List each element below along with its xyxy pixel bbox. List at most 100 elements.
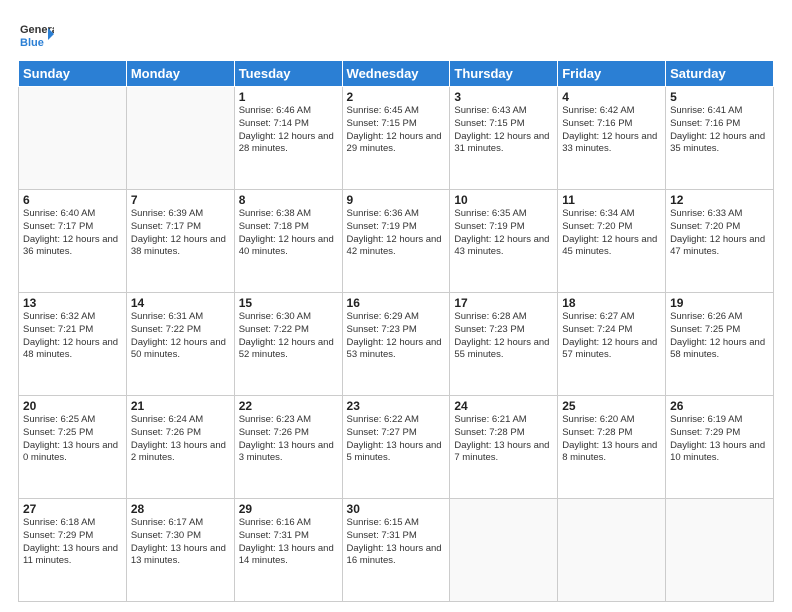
calendar-day-27: 27Sunrise: 6:18 AM Sunset: 7:29 PM Dayli… [19, 499, 127, 602]
calendar-week-3: 13Sunrise: 6:32 AM Sunset: 7:21 PM Dayli… [19, 293, 774, 396]
day-number: 20 [23, 399, 122, 413]
day-info: Sunrise: 6:23 AM Sunset: 7:26 PM Dayligh… [239, 414, 338, 465]
calendar-day-14: 14Sunrise: 6:31 AM Sunset: 7:22 PM Dayli… [126, 293, 234, 396]
page-header: General Blue [18, 18, 774, 54]
day-info: Sunrise: 6:39 AM Sunset: 7:17 PM Dayligh… [131, 208, 230, 259]
day-number: 4 [562, 90, 661, 104]
day-number: 26 [670, 399, 769, 413]
calendar-day-15: 15Sunrise: 6:30 AM Sunset: 7:22 PM Dayli… [234, 293, 342, 396]
logo: General Blue [18, 18, 54, 54]
calendar-empty [666, 499, 774, 602]
calendar-day-28: 28Sunrise: 6:17 AM Sunset: 7:30 PM Dayli… [126, 499, 234, 602]
day-number: 28 [131, 502, 230, 516]
day-number: 7 [131, 193, 230, 207]
calendar-week-4: 20Sunrise: 6:25 AM Sunset: 7:25 PM Dayli… [19, 396, 774, 499]
calendar-day-1: 1Sunrise: 6:46 AM Sunset: 7:14 PM Daylig… [234, 87, 342, 190]
day-number: 9 [347, 193, 446, 207]
day-info: Sunrise: 6:36 AM Sunset: 7:19 PM Dayligh… [347, 208, 446, 259]
calendar-table: SundayMondayTuesdayWednesdayThursdayFrid… [18, 60, 774, 602]
calendar-day-17: 17Sunrise: 6:28 AM Sunset: 7:23 PM Dayli… [450, 293, 558, 396]
day-info: Sunrise: 6:45 AM Sunset: 7:15 PM Dayligh… [347, 105, 446, 156]
day-info: Sunrise: 6:16 AM Sunset: 7:31 PM Dayligh… [239, 517, 338, 568]
calendar-day-5: 5Sunrise: 6:41 AM Sunset: 7:16 PM Daylig… [666, 87, 774, 190]
calendar-day-21: 21Sunrise: 6:24 AM Sunset: 7:26 PM Dayli… [126, 396, 234, 499]
day-number: 11 [562, 193, 661, 207]
calendar-day-18: 18Sunrise: 6:27 AM Sunset: 7:24 PM Dayli… [558, 293, 666, 396]
calendar-day-23: 23Sunrise: 6:22 AM Sunset: 7:27 PM Dayli… [342, 396, 450, 499]
header-tuesday: Tuesday [234, 61, 342, 87]
calendar-day-12: 12Sunrise: 6:33 AM Sunset: 7:20 PM Dayli… [666, 190, 774, 293]
calendar-day-4: 4Sunrise: 6:42 AM Sunset: 7:16 PM Daylig… [558, 87, 666, 190]
day-number: 19 [670, 296, 769, 310]
day-info: Sunrise: 6:26 AM Sunset: 7:25 PM Dayligh… [670, 311, 769, 362]
calendar-day-16: 16Sunrise: 6:29 AM Sunset: 7:23 PM Dayli… [342, 293, 450, 396]
day-info: Sunrise: 6:24 AM Sunset: 7:26 PM Dayligh… [131, 414, 230, 465]
calendar-day-25: 25Sunrise: 6:20 AM Sunset: 7:28 PM Dayli… [558, 396, 666, 499]
day-info: Sunrise: 6:46 AM Sunset: 7:14 PM Dayligh… [239, 105, 338, 156]
day-number: 3 [454, 90, 553, 104]
day-info: Sunrise: 6:19 AM Sunset: 7:29 PM Dayligh… [670, 414, 769, 465]
day-info: Sunrise: 6:17 AM Sunset: 7:30 PM Dayligh… [131, 517, 230, 568]
day-number: 8 [239, 193, 338, 207]
day-number: 14 [131, 296, 230, 310]
day-number: 16 [347, 296, 446, 310]
calendar-header-row: SundayMondayTuesdayWednesdayThursdayFrid… [19, 61, 774, 87]
day-number: 13 [23, 296, 122, 310]
logo-icon: General Blue [18, 18, 54, 54]
calendar-week-1: 1Sunrise: 6:46 AM Sunset: 7:14 PM Daylig… [19, 87, 774, 190]
day-info: Sunrise: 6:38 AM Sunset: 7:18 PM Dayligh… [239, 208, 338, 259]
day-number: 1 [239, 90, 338, 104]
day-info: Sunrise: 6:33 AM Sunset: 7:20 PM Dayligh… [670, 208, 769, 259]
day-number: 17 [454, 296, 553, 310]
header-sunday: Sunday [19, 61, 127, 87]
day-info: Sunrise: 6:31 AM Sunset: 7:22 PM Dayligh… [131, 311, 230, 362]
day-info: Sunrise: 6:20 AM Sunset: 7:28 PM Dayligh… [562, 414, 661, 465]
day-info: Sunrise: 6:18 AM Sunset: 7:29 PM Dayligh… [23, 517, 122, 568]
day-number: 29 [239, 502, 338, 516]
calendar-day-30: 30Sunrise: 6:15 AM Sunset: 7:31 PM Dayli… [342, 499, 450, 602]
day-number: 5 [670, 90, 769, 104]
calendar-day-8: 8Sunrise: 6:38 AM Sunset: 7:18 PM Daylig… [234, 190, 342, 293]
day-info: Sunrise: 6:28 AM Sunset: 7:23 PM Dayligh… [454, 311, 553, 362]
day-info: Sunrise: 6:15 AM Sunset: 7:31 PM Dayligh… [347, 517, 446, 568]
header-friday: Friday [558, 61, 666, 87]
day-number: 6 [23, 193, 122, 207]
day-info: Sunrise: 6:29 AM Sunset: 7:23 PM Dayligh… [347, 311, 446, 362]
calendar-day-11: 11Sunrise: 6:34 AM Sunset: 7:20 PM Dayli… [558, 190, 666, 293]
day-info: Sunrise: 6:30 AM Sunset: 7:22 PM Dayligh… [239, 311, 338, 362]
day-number: 18 [562, 296, 661, 310]
calendar-day-7: 7Sunrise: 6:39 AM Sunset: 7:17 PM Daylig… [126, 190, 234, 293]
day-number: 21 [131, 399, 230, 413]
day-info: Sunrise: 6:34 AM Sunset: 7:20 PM Dayligh… [562, 208, 661, 259]
calendar-day-26: 26Sunrise: 6:19 AM Sunset: 7:29 PM Dayli… [666, 396, 774, 499]
calendar-day-20: 20Sunrise: 6:25 AM Sunset: 7:25 PM Dayli… [19, 396, 127, 499]
day-info: Sunrise: 6:22 AM Sunset: 7:27 PM Dayligh… [347, 414, 446, 465]
day-number: 12 [670, 193, 769, 207]
day-info: Sunrise: 6:21 AM Sunset: 7:28 PM Dayligh… [454, 414, 553, 465]
calendar-day-24: 24Sunrise: 6:21 AM Sunset: 7:28 PM Dayli… [450, 396, 558, 499]
calendar-empty [126, 87, 234, 190]
calendar-day-13: 13Sunrise: 6:32 AM Sunset: 7:21 PM Dayli… [19, 293, 127, 396]
calendar-day-10: 10Sunrise: 6:35 AM Sunset: 7:19 PM Dayli… [450, 190, 558, 293]
day-info: Sunrise: 6:27 AM Sunset: 7:24 PM Dayligh… [562, 311, 661, 362]
day-number: 30 [347, 502, 446, 516]
header-monday: Monday [126, 61, 234, 87]
calendar-week-2: 6Sunrise: 6:40 AM Sunset: 7:17 PM Daylig… [19, 190, 774, 293]
calendar-empty [19, 87, 127, 190]
calendar-empty [450, 499, 558, 602]
calendar-week-5: 27Sunrise: 6:18 AM Sunset: 7:29 PM Dayli… [19, 499, 774, 602]
day-number: 2 [347, 90, 446, 104]
calendar-day-6: 6Sunrise: 6:40 AM Sunset: 7:17 PM Daylig… [19, 190, 127, 293]
header-saturday: Saturday [666, 61, 774, 87]
day-number: 25 [562, 399, 661, 413]
day-number: 23 [347, 399, 446, 413]
day-info: Sunrise: 6:40 AM Sunset: 7:17 PM Dayligh… [23, 208, 122, 259]
day-number: 10 [454, 193, 553, 207]
day-number: 15 [239, 296, 338, 310]
day-info: Sunrise: 6:41 AM Sunset: 7:16 PM Dayligh… [670, 105, 769, 156]
day-info: Sunrise: 6:43 AM Sunset: 7:15 PM Dayligh… [454, 105, 553, 156]
day-info: Sunrise: 6:42 AM Sunset: 7:16 PM Dayligh… [562, 105, 661, 156]
svg-text:Blue: Blue [20, 37, 44, 49]
calendar-day-9: 9Sunrise: 6:36 AM Sunset: 7:19 PM Daylig… [342, 190, 450, 293]
calendar-day-3: 3Sunrise: 6:43 AM Sunset: 7:15 PM Daylig… [450, 87, 558, 190]
